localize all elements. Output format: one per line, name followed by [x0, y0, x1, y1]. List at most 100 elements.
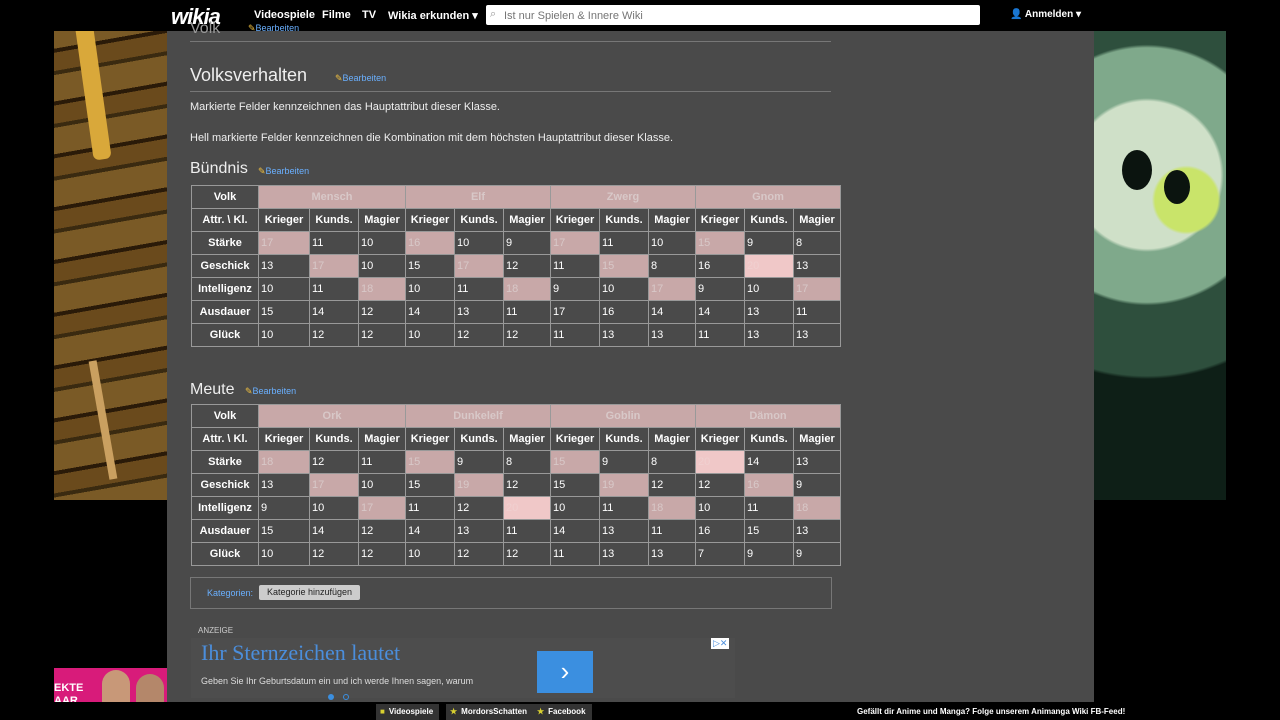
edit-link[interactable]: ✎Bearbeiten	[335, 73, 386, 84]
toolbar-mordorsschatten[interactable]: ★ MordorsSchatten	[446, 704, 533, 720]
buendnis-value-cell: 12	[503, 254, 551, 278]
divider	[190, 91, 831, 92]
buendnis-value-cell: 17	[550, 231, 600, 255]
buendnis-value-cell: 10	[599, 277, 649, 301]
meute-value-cell: 9	[454, 450, 504, 474]
torch-art	[74, 19, 112, 161]
meute-row: Intelligenz 9 10 17 11 12 20 10 11 18 10 11 18	[191, 496, 841, 520]
buendnis-attribute-label: Stärke	[191, 231, 259, 255]
toolbar-label: Videospiele	[388, 707, 434, 716]
meute-value-cell: 19	[599, 473, 649, 497]
carousel-dot[interactable]	[343, 694, 349, 700]
buendnis-value-cell: 10	[358, 231, 406, 255]
meute-value-cell: 12	[454, 496, 504, 520]
pencil-icon: ✎	[248, 23, 256, 33]
buendnis-race-header: Mensch	[258, 185, 406, 209]
buendnis-value-cell: 13	[599, 323, 649, 347]
nav-wikia-erkunden[interactable]: Wikia erkunden ▾	[388, 9, 478, 22]
meute-value-cell: 10	[309, 496, 359, 520]
search-input[interactable]	[502, 7, 976, 25]
meute-value-cell: 12	[454, 542, 504, 566]
nav-videospiele[interactable]: Videospiele	[254, 9, 315, 21]
buendnis-value-cell: 18	[358, 277, 406, 301]
login-button[interactable]: 👤 Anmelden ▾	[1010, 9, 1081, 20]
divider	[190, 41, 831, 42]
buendnis-value-cell: 11	[550, 254, 600, 278]
edit-link[interactable]: ✎Bearbeiten	[248, 23, 299, 34]
advertisement[interactable]: Ihr Sternzeichen lautet Geben Sie Ihr Ge…	[191, 638, 735, 698]
buendnis-value-cell: 8	[793, 231, 841, 255]
meute-value-cell: 12	[648, 473, 696, 497]
toolbar-facebook[interactable]: ★ Facebook	[533, 704, 592, 720]
meute-value-cell: 13	[793, 450, 841, 474]
buendnis-value-cell: 10	[258, 323, 310, 347]
meute-table: Volk Ork Dunkelelf Goblin Dämon Attr. \ Kl. Kr…	[191, 404, 841, 566]
meute-attribute-label: Intelligenz	[191, 496, 259, 520]
buendnis-value-cell: 12	[358, 323, 406, 347]
buendnis-value-cell: 17	[454, 254, 504, 278]
meute-value-cell: 14	[550, 519, 600, 543]
toolbar-notification[interactable]: Gefällt dir Anime und Manga? Folge unser…	[857, 707, 1125, 716]
buendnis-race-header: Elf	[405, 185, 551, 209]
buendnis-value-cell: 8	[648, 254, 696, 278]
meute-value-cell: 11	[358, 450, 406, 474]
meute-value-cell: 12	[358, 542, 406, 566]
meute-value-cell: 10	[695, 496, 745, 520]
meute-class-header: Magier	[648, 427, 696, 451]
ad-label: ANZEIGE	[198, 626, 234, 635]
meute-value-cell: 15	[405, 450, 455, 474]
meute-value-cell: 15	[405, 473, 455, 497]
categories-box: Kategorien: Kategorie hinzufügen	[190, 577, 832, 609]
ad-arrow-button[interactable]: ›	[537, 651, 593, 693]
edit-link[interactable]: ✎Bearbeiten	[258, 166, 309, 177]
section-title: Volksverhalten	[190, 65, 308, 85]
meute-value-cell: 12	[358, 519, 406, 543]
buendnis-class-header: Krieger	[695, 208, 745, 232]
user-icon: 👤	[1010, 9, 1023, 20]
add-category-button[interactable]: Kategorie hinzufügen	[259, 585, 361, 600]
ad-close-icon[interactable]: ▷✕	[711, 638, 730, 649]
carousel-dot[interactable]	[328, 694, 334, 700]
buendnis-value-cell: 13	[793, 254, 841, 278]
ad-title[interactable]: Ihr Sternzeichen lautet	[201, 640, 400, 666]
meute-attribute-label: Stärke	[191, 450, 259, 474]
buendnis-value-cell: 11	[309, 277, 359, 301]
buendnis-class-header: Krieger	[405, 208, 455, 232]
buendnis-header-volk: Volk	[191, 185, 259, 209]
meute-value-cell: 11	[599, 496, 649, 520]
buendnis-attribute-label: Intelligenz	[191, 277, 259, 301]
meute-value-cell: 20	[695, 450, 745, 474]
buendnis-value-cell: 10	[454, 231, 504, 255]
description-paragraph: Markierte Felder kennzeichnen das Haupta…	[190, 101, 500, 113]
buendnis-value-cell: 12	[309, 323, 359, 347]
meute-class-header: Magier	[503, 427, 551, 451]
meute-value-cell: 13	[258, 473, 310, 497]
buendnis-value-cell: 10	[258, 277, 310, 301]
edit-link[interactable]: ✎Bearbeiten	[245, 386, 296, 397]
meute-value-cell: 18	[648, 496, 696, 520]
buendnis-value-cell: 11	[454, 277, 504, 301]
buendnis-value-cell: 13	[744, 300, 794, 324]
buendnis-value-cell: 13	[744, 323, 794, 347]
buendnis-value-cell: 16	[405, 231, 455, 255]
nav-filme[interactable]: Filme	[322, 9, 351, 21]
pencil-icon: ✎	[258, 166, 266, 176]
meute-value-cell: 15	[258, 519, 310, 543]
meute-attribute-label: Glück	[191, 542, 259, 566]
buendnis-value-cell: 12	[358, 300, 406, 324]
buendnis-class-header: Kunds.	[454, 208, 504, 232]
meute-value-cell: 18	[793, 496, 841, 520]
meute-class-header: Kunds.	[599, 427, 649, 451]
gamepad-icon: ■	[380, 707, 385, 716]
search-bar[interactable]: ⌕	[486, 5, 980, 25]
meute-class-header: Kunds.	[454, 427, 504, 451]
meute-row: Ausdauer 15 14 12 14 13 11 14 13 11 16 15 13	[191, 519, 841, 543]
toolbar-videospiele[interactable]: ■ Videospiele	[376, 704, 440, 720]
login-label: Anmelden ▾	[1024, 9, 1082, 20]
buendnis-value-cell: 13	[793, 323, 841, 347]
meute-value-cell: 9	[793, 473, 841, 497]
meute-value-cell: 9	[599, 450, 649, 474]
nav-tv[interactable]: TV	[362, 9, 376, 21]
buendnis-value-cell: 17	[648, 277, 696, 301]
meute-value-cell: 13	[793, 519, 841, 543]
